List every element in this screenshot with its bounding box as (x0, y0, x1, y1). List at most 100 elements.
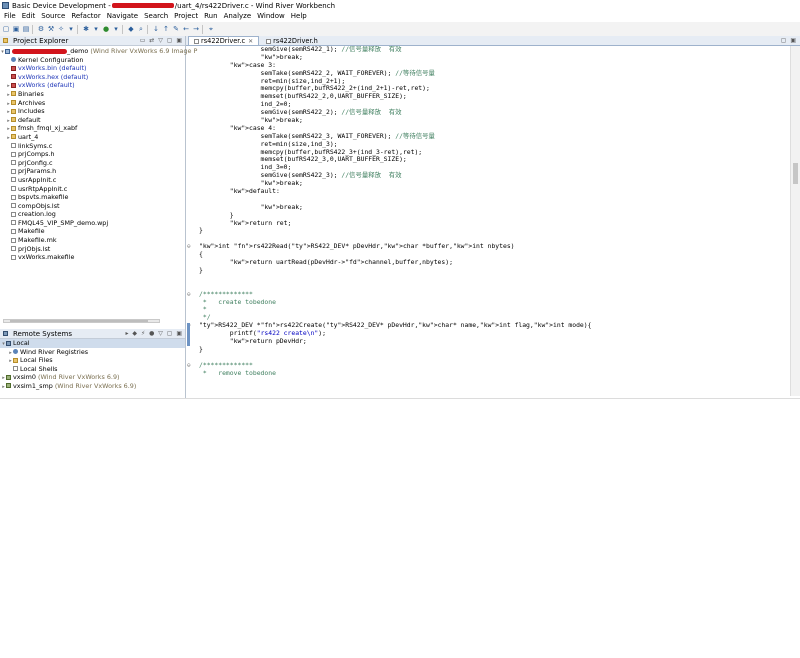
tree-item[interactable]: linkSyms.c (0, 142, 185, 151)
remote-tree-item[interactable]: ▸ Wind River Registries (0, 348, 185, 357)
scroll-thumb[interactable] (10, 320, 148, 322)
tree-item-label: vxWorks.makefile (18, 253, 75, 262)
menu-item-analyze[interactable]: Analyze (224, 12, 252, 20)
tree-item[interactable]: prjParams.h (0, 167, 185, 176)
run-dropdown-icon[interactable]: ▾ (112, 25, 120, 33)
tree-item[interactable]: Makefile (0, 227, 185, 236)
clean-icon[interactable]: ✧ (57, 25, 65, 33)
tree-item[interactable]: ▸ Binaries (0, 90, 185, 99)
menu-item-help[interactable]: Help (291, 12, 307, 20)
tree-item[interactable]: ▸ uart_4 (0, 133, 185, 142)
rebuild-icon[interactable]: ⚒ (47, 25, 55, 33)
file-icon (11, 237, 16, 243)
next-annotation-icon[interactable]: ↓ (152, 25, 160, 33)
close-icon[interactable]: ✕ (248, 38, 253, 45)
last-edit-icon[interactable]: ✎ (172, 25, 180, 33)
project-explorer-header[interactable]: Project Explorer ▭ ⇄ ▽ ▢ ▣ (0, 36, 185, 46)
pin-editor-icon[interactable]: ⌖ (207, 25, 215, 33)
menu-item-edit[interactable]: Edit (22, 12, 36, 20)
tree-item[interactable]: ▸ Includes (0, 107, 185, 116)
tree-item[interactable]: ▸ vxWorks (default) (0, 81, 185, 90)
tab-rs422driver-h[interactable]: rs422Driver.h (261, 37, 323, 45)
tree-item-label: Binaries (18, 89, 44, 98)
tree-item[interactable]: compObjs.lst (0, 202, 185, 211)
tree-item[interactable]: ▸ default (0, 116, 185, 125)
binary-icon (11, 65, 16, 71)
debug-icon[interactable]: ✱ (82, 25, 90, 33)
tree-item[interactable]: creation.log (0, 210, 185, 219)
tree-item[interactable]: usrAppInit.c (0, 176, 185, 185)
menu-item-project[interactable]: Project (174, 12, 198, 20)
file-icon (11, 254, 16, 260)
build-icon[interactable]: ⚙ (37, 25, 45, 33)
tree-item[interactable]: usrRtpAppInit.c (0, 185, 185, 194)
remote-tree-item[interactable]: ▸ vxsim1_smp (Wind River VxWorks 6.9) (0, 382, 185, 391)
back-icon[interactable]: ← (182, 25, 190, 33)
build-dropdown-icon[interactable]: ▾ (67, 25, 75, 33)
toolbar-separator (32, 24, 33, 34)
menu-item-source[interactable]: Source (41, 12, 65, 20)
file-icon (11, 203, 16, 209)
save-all-icon[interactable]: ▤ (22, 25, 30, 33)
remote-item-label: vxsim1_smp (13, 381, 53, 390)
code-line: "kw">return pDevHdr; (229, 336, 307, 345)
remote-tree-item[interactable]: ▸ vxsim0 (Wind River VxWorks 6.9) (0, 373, 185, 382)
code-line: * create tobedone (199, 297, 276, 306)
tree-item[interactable]: prjComps.h (0, 150, 185, 159)
search-icon[interactable]: ⌕ (137, 25, 145, 33)
code-editor[interactable]: semGive(semRS422_1); //信号量释放 有效 "kw">bre… (186, 46, 790, 396)
tab-rs422driver-c[interactable]: rs422Driver.c ✕ (188, 36, 260, 45)
run-icon[interactable]: ● (102, 25, 110, 33)
project-root[interactable]: ▾ _demo (Wind River VxWorks 6.9 Image P (0, 47, 197, 56)
code-line: "kw">break; (260, 116, 303, 125)
tree-item-label: bspvts.makefile (18, 193, 69, 202)
fold-icon[interactable]: ⊖ (187, 243, 191, 251)
code-line: "kw">return ret; (229, 218, 292, 227)
fold-icon[interactable]: ⊖ (187, 291, 191, 299)
fold-icon[interactable]: ⊖ (187, 362, 191, 370)
tree-item[interactable]: vxWorks.hex (default) (0, 73, 185, 82)
save-icon[interactable]: ▣ (12, 25, 20, 33)
menu-item-run[interactable]: Run (204, 12, 217, 20)
menu-item-navigate[interactable]: Navigate (107, 12, 138, 20)
tree-item[interactable]: FMQL45_VIP_SMP_demo.wpj (0, 219, 185, 228)
editor-view-controls[interactable]: ▢ ▣ (781, 37, 797, 44)
tree-item[interactable]: vxWorks.makefile (0, 253, 185, 262)
code-line: } (199, 226, 203, 235)
tree-item[interactable]: prjConfig.c (0, 159, 185, 168)
tree-item[interactable]: Makefile.mk (0, 236, 185, 245)
code-line: "kw">return uartRead(pDevHdr->"fd">chann… (229, 258, 453, 267)
view-controls[interactable]: ▭ ⇄ ▽ ▢ ▣ (140, 37, 183, 44)
tree-item[interactable]: bspvts.makefile (0, 193, 185, 202)
debug-dropdown-icon[interactable]: ▾ (92, 25, 100, 33)
tree-item[interactable]: ▸ fmsh_fmql_xj_xabf (0, 124, 185, 133)
code-line: /************* ⊖ (187, 360, 253, 370)
tree-item[interactable]: Kernel Configuration (0, 56, 185, 65)
remote-tree-item[interactable]: ▸ Local Files (0, 356, 185, 365)
tree-item-label: Archives (18, 98, 46, 107)
files-icon (13, 357, 18, 363)
menu-item-refactor[interactable]: Refactor (71, 12, 100, 20)
menu-item-window[interactable]: Window (257, 12, 285, 20)
remote-tree-item[interactable]: Local Shells (0, 365, 185, 374)
open-type-icon[interactable]: ◆ (127, 25, 135, 33)
view-controls[interactable]: ▸ ◆ ⚡ ● ▽ ▢ ▣ (126, 330, 183, 337)
tree-item[interactable]: ▸ Archives (0, 99, 185, 108)
new-icon[interactable]: ▢ (2, 25, 10, 33)
editor-area: rs422Driver.c ✕ rs422Driver.h ▢ ▣ semGive(s… (186, 36, 800, 398)
project-explorer-hscrollbar[interactable] (3, 319, 160, 323)
tree-item[interactable]: vxWorks.bin (default) (0, 64, 185, 73)
remote-tree-item[interactable]: ▾ Local (0, 339, 185, 348)
tree-item-label: usrAppInit.c (18, 175, 57, 184)
forward-icon[interactable]: → (192, 25, 200, 33)
file-icon (11, 160, 16, 166)
prev-annotation-icon[interactable]: ↑ (162, 25, 170, 33)
scroll-thumb[interactable] (793, 163, 798, 184)
menu-item-file[interactable]: File (4, 12, 16, 20)
menu-item-search[interactable]: Search (144, 12, 168, 20)
remote-systems-header[interactable]: Remote Systems ▸ ◆ ⚡ ● ▽ ▢ ▣ (0, 329, 185, 339)
file-icon (11, 228, 16, 234)
tree-item[interactable]: prjObjs.lst (0, 245, 185, 254)
editor-vscrollbar[interactable] (790, 46, 800, 396)
